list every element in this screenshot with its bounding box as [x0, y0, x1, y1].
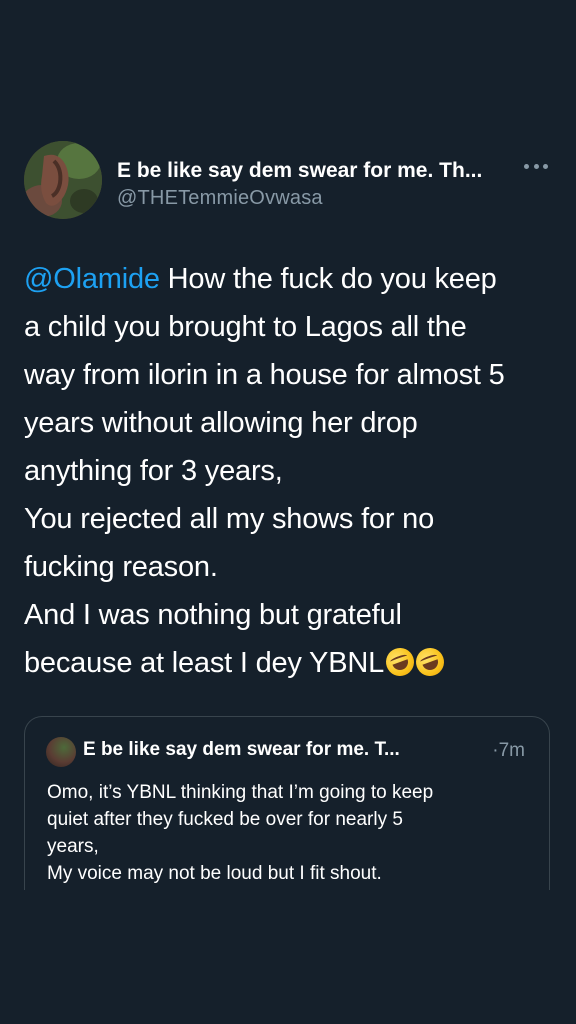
tweet-line: You rejected all my shows for no	[24, 503, 435, 535]
dot	[524, 163, 529, 169]
rolling-on-floor-laughing-emoji-icon	[382, 644, 418, 680]
quoted-line: Omo, it’s YBNL thinking that I’m going t…	[47, 782, 434, 803]
user-handle[interactable]: @THETemmieOvwasa	[117, 187, 323, 210]
tweet-line: And I was nothing but grateful	[24, 599, 402, 631]
tweet-line: years without allowing her drop	[24, 407, 418, 439]
tweet-line-text: How the fuck do you keep	[159, 263, 497, 295]
rolling-on-floor-laughing-emoji-icon	[412, 644, 448, 680]
quoted-avatar	[46, 737, 76, 767]
quoted-tweet-card[interactable]: E be like say dem swear for me. T... ·7m…	[24, 716, 550, 890]
tweet-line: @Olamide How the fuck do you keep	[24, 255, 554, 303]
more-horizontal-icon[interactable]	[524, 159, 548, 173]
tweet-header: E be like say dem swear for me. Th... @T…	[24, 141, 552, 219]
quoted-timestamp: ·7m	[492, 740, 525, 761]
tweet-line: because at least I dey YBNL	[24, 639, 554, 687]
avatar[interactable]	[24, 141, 102, 219]
quoted-tweet-text: Omo, it’s YBNL thinking that I’m going t…	[47, 779, 537, 887]
mention-link[interactable]: @Olamide	[24, 263, 160, 295]
dot	[533, 163, 539, 169]
quoted-display-name: E be like say dem swear for me. T...	[83, 739, 400, 760]
quoted-line: years,	[47, 836, 99, 857]
tweet-text: @Olamide How the fuck do you keep a chil…	[24, 255, 554, 687]
tweet-line: anything for 3 years,	[24, 455, 283, 487]
dot	[543, 163, 548, 169]
quoted-line: My voice may not be loud but I fit shout…	[47, 863, 382, 884]
tweet-line: way from ilorin in a house for almost 5	[24, 359, 505, 391]
quoted-line: quiet after they fucked be over for near…	[47, 809, 403, 830]
tweet-line: fucking reason.	[24, 551, 218, 583]
display-name[interactable]: E be like say dem swear for me. Th...	[117, 159, 482, 183]
tweet-line-text: because at least I dey YBNL	[24, 647, 385, 679]
tweet-line: a child you brought to Lagos all the	[24, 311, 467, 343]
